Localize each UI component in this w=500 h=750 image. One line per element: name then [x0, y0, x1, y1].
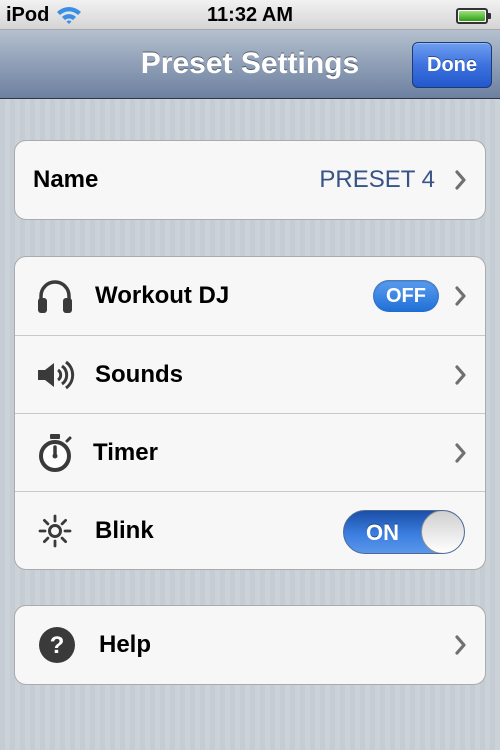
stopwatch-icon: [39, 434, 72, 472]
battery-icon: [456, 8, 492, 24]
help-group: ? Help: [14, 605, 486, 685]
name-value: PRESET 4: [319, 166, 435, 193]
svg-text:?: ?: [50, 632, 65, 659]
settings-group: Workout DJ OFF Sounds Timer Blink ON: [14, 256, 486, 570]
settings-row-timer[interactable]: Timer: [15, 413, 485, 491]
chevron-right-icon: [455, 443, 466, 463]
chevron-right-icon: [455, 365, 466, 385]
settings-row-sounds[interactable]: Sounds: [15, 335, 485, 413]
speaker-icon: [38, 360, 75, 390]
status-time: 11:32 AM: [207, 4, 293, 26]
name-row[interactable]: Name PRESET 4: [15, 141, 485, 219]
done-button[interactable]: Done: [412, 42, 492, 88]
chevron-right-icon: [455, 170, 466, 190]
settings-row-workout-dj[interactable]: Workout DJ OFF: [15, 257, 485, 335]
name-label: Name: [33, 166, 99, 193]
toggle-knob: [421, 511, 464, 553]
name-group: Name PRESET 4: [14, 140, 486, 220]
settings-row-blink: Blink ON: [15, 491, 485, 569]
blink-label: Blink: [95, 517, 154, 544]
timer-label: Timer: [93, 439, 158, 466]
chevron-right-icon: [455, 635, 466, 655]
workout-dj-status-badge: OFF: [373, 280, 439, 312]
toggle-label: ON: [366, 520, 399, 545]
chevron-right-icon: [455, 286, 466, 306]
navigation-bar: Preset Settings Done: [0, 30, 500, 99]
status-bar: iPod 11:32 AM: [0, 0, 500, 30]
sounds-label: Sounds: [95, 361, 183, 388]
headphones-icon: [38, 280, 72, 313]
help-row[interactable]: ? Help: [15, 606, 485, 684]
help-icon: ?: [39, 627, 75, 663]
workout-dj-label: Workout DJ: [95, 282, 230, 309]
blink-toggle[interactable]: ON: [343, 510, 465, 554]
light-icon: [38, 514, 72, 548]
help-label: Help: [99, 631, 152, 658]
